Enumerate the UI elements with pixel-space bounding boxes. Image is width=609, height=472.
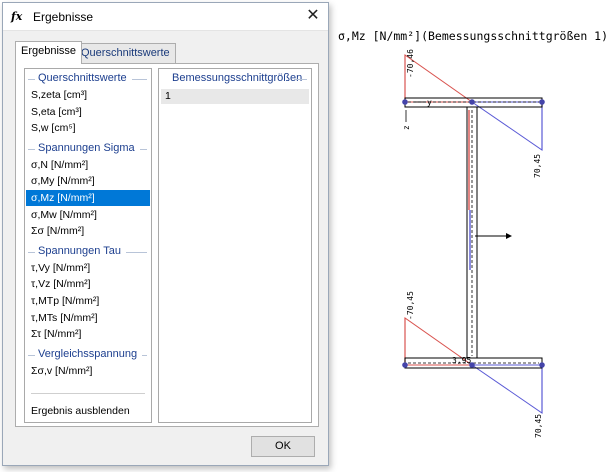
y-axis-label: y (427, 98, 432, 107)
shear-center-arrowhead (506, 233, 512, 239)
close-button[interactable]: ✕ (298, 3, 328, 31)
node (539, 99, 545, 105)
bottom-left-value-label: -70,45 (406, 291, 415, 320)
list-item[interactable]: σ,My [N/mm²] (26, 173, 150, 189)
group-rule (140, 148, 147, 150)
design-forces-header-label: Bemessungsschnittgrößen (169, 72, 306, 84)
result-list[interactable]: Ergebnis ausblenden Querschnittswerte S,z… (24, 68, 152, 423)
bottom-right-value-label: 70,45 (534, 414, 543, 438)
header-rule (295, 79, 307, 80)
group-rule (132, 79, 147, 80)
hide-result-item[interactable]: Ergebnis ausblenden (26, 403, 130, 419)
list-item[interactable]: τ,MTp [N/mm²] (26, 293, 150, 309)
node (402, 362, 408, 368)
node (469, 99, 475, 105)
list-item[interactable]: S,eta [cm³] (26, 104, 150, 120)
list-item[interactable]: σ,Mw [N/mm²] (26, 207, 150, 223)
group-header-label: Querschnittswerte (35, 72, 130, 84)
bottom-positive-stress-area (470, 364, 543, 414)
web-thickness-label: 3,95 (452, 356, 471, 365)
group-header: Vergleichsspannung (25, 347, 151, 362)
design-forces-panel: Bemessungsschnittgrößen 1 (158, 68, 312, 423)
window-title: Ergebnisse (33, 10, 94, 24)
list-item[interactable]: σ,Mz [N/mm²] (26, 190, 150, 206)
group-header: Spannungen Sigma (25, 141, 151, 156)
group-rule (142, 354, 147, 356)
group-rule (126, 251, 147, 253)
group-header-label: Vergleichsspannung (35, 347, 141, 360)
node (402, 99, 408, 105)
top-positive-stress-area (470, 101, 543, 151)
top-negative-stress-area (404, 54, 474, 103)
ok-button[interactable]: OK (251, 436, 315, 457)
group-header-label: Spannungen Tau (35, 244, 124, 257)
list-item[interactable]: τ,Vz [N/mm²] (26, 276, 150, 292)
title-bar[interactable]: fx Ergebnisse ✕ (3, 3, 328, 31)
design-forces-header: Bemessungsschnittgrößen (159, 72, 311, 86)
list-item[interactable]: S,w [cm⁵] (26, 120, 150, 136)
node (539, 362, 545, 368)
list-item[interactable]: Σσ [N/mm²] (26, 223, 150, 239)
list-item[interactable]: τ,MTs [N/mm²] (26, 310, 150, 326)
top-left-value-label: -70,46 (406, 49, 415, 78)
stress-diagram: y z -70,46 70,45 -70,45 70,45 3,95 (402, 49, 545, 438)
list-item[interactable]: Σσ,v [N/mm²] (26, 363, 150, 379)
list-item[interactable]: σ,N [N/mm²] (26, 157, 150, 173)
tab-ergebnisse[interactable]: Ergebnisse (15, 41, 83, 64)
fx-icon: fx (11, 10, 23, 23)
group-header: Querschnittswerte (25, 72, 151, 86)
list-divider (31, 393, 145, 394)
list-item[interactable]: τ,Vy [N/mm²] (26, 260, 150, 276)
results-dialog: fx Ergebnisse ✕ Ergebnisse Querschnittsw… (2, 2, 329, 466)
list-item[interactable]: Στ [N/mm²] (26, 326, 150, 342)
tab-querschnittswerte[interactable]: Querschnittswerte (75, 43, 176, 64)
tab-panel: Ergebnis ausblenden Querschnittswerte S,z… (15, 63, 319, 427)
list-item[interactable]: S,zeta [cm³] (26, 87, 150, 103)
top-right-value-label: 70,45 (533, 154, 542, 178)
design-forces-row[interactable]: 1 (161, 89, 309, 104)
group-header-label: Spannungen Sigma (35, 141, 138, 154)
group-header: Spannungen Tau (25, 244, 151, 259)
z-axis-label: z (402, 125, 411, 130)
